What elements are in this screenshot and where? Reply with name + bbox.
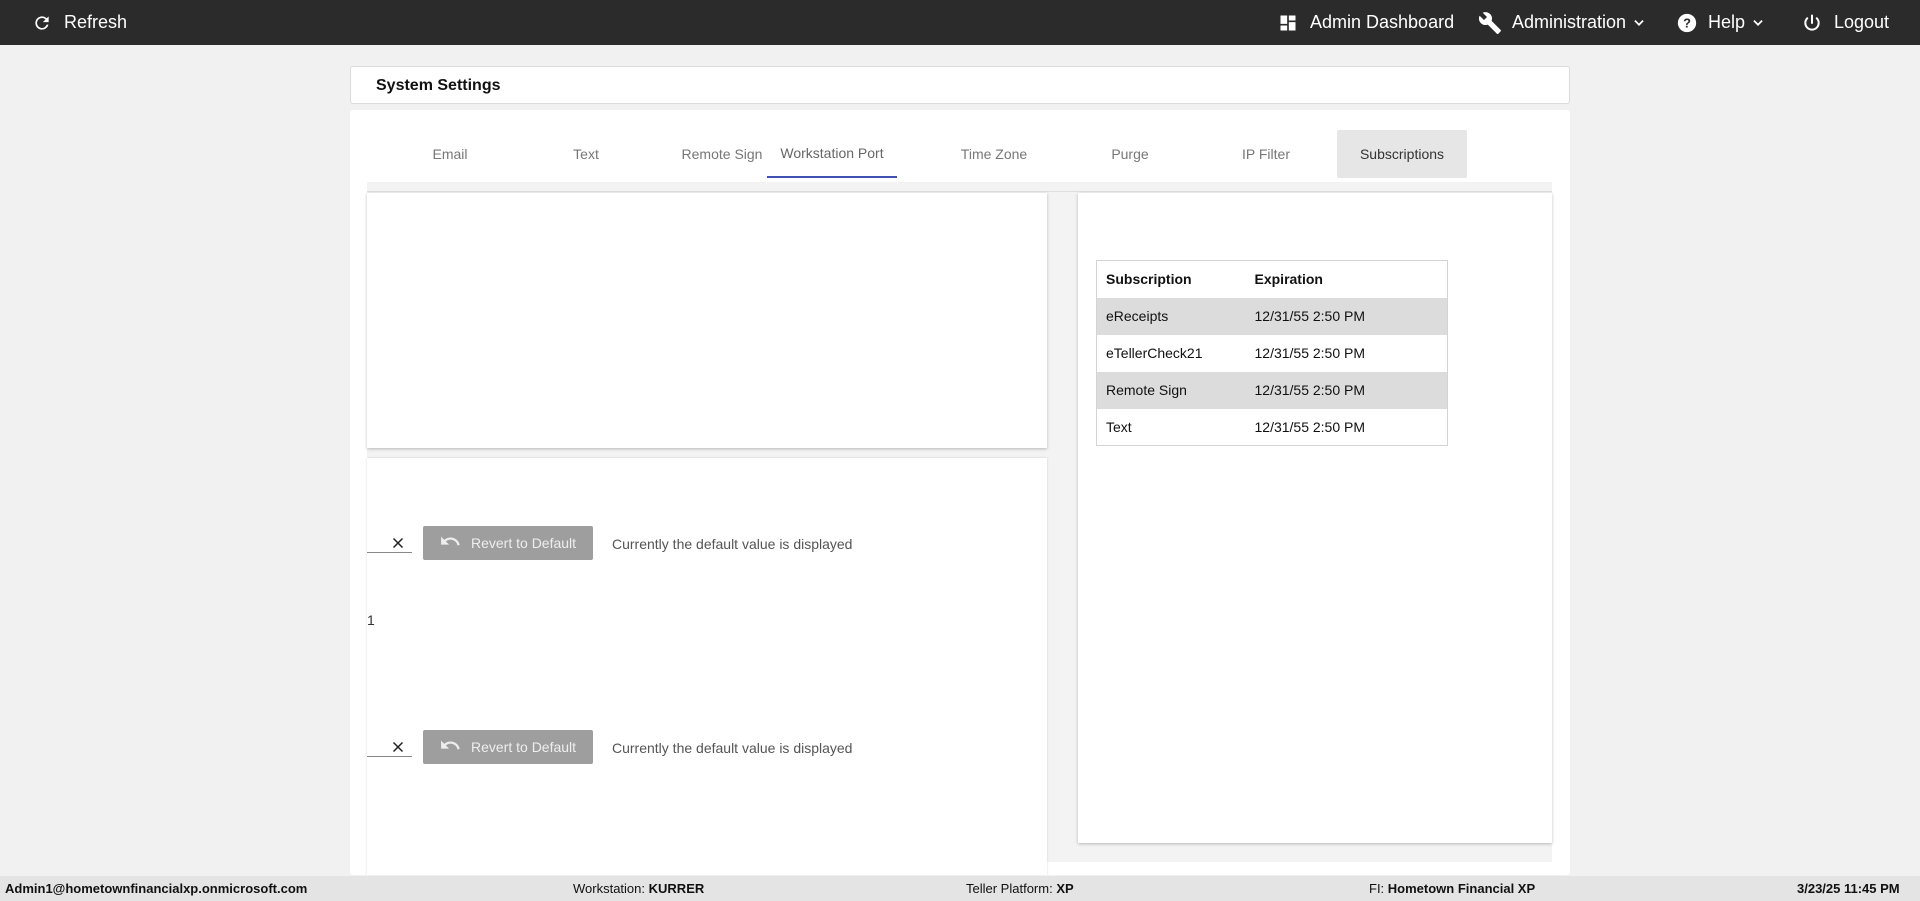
tab-workstation-port[interactable]: Workstation Port	[767, 130, 897, 178]
revert-to-default-button[interactable]: Revert to Default	[423, 730, 593, 764]
help-label: Help	[1708, 12, 1746, 32]
subscription-expiration: 12/31/55 2:50 PM	[1245, 371, 1448, 409]
tab-subscriptions[interactable]: Subscriptions	[1337, 130, 1467, 178]
subscription-expiration: 12/31/55 2:50 PM	[1254, 418, 1366, 435]
help-menu[interactable]: ? Help	[1676, 0, 1765, 45]
subscriptions-panel: Subscription Expiration eReceipts 12/31/…	[1078, 193, 1552, 843]
logout-button[interactable]: Logout	[1802, 0, 1889, 45]
fi-value: Hometown Financial XP	[1387, 881, 1536, 896]
fi-label: FI:	[1369, 881, 1385, 896]
refresh-icon	[32, 13, 52, 33]
field-label-fragment: 1	[367, 612, 375, 628]
revert-label: Revert to Default	[471, 739, 577, 755]
column-header-subscription: Subscription	[1096, 260, 1246, 298]
setting-row: Revert to Default Currently the default …	[367, 730, 1047, 766]
status-datetime: 3/23/25 11:45 PM	[1797, 881, 1900, 896]
workstation-value: KURRER	[648, 881, 705, 896]
power-icon	[1802, 13, 1822, 33]
admin-dashboard-label: Admin Dashboard	[1310, 12, 1455, 32]
subscription-expiration: 12/31/55 2:50 PM	[1245, 297, 1448, 335]
tab-email[interactable]: Email	[385, 130, 515, 178]
value-input[interactable]	[367, 552, 412, 553]
administration-label: Administration	[1512, 12, 1627, 32]
dashboard-icon	[1278, 13, 1298, 33]
tab-time-zone[interactable]: Time Zone	[929, 130, 1059, 178]
help-circle-icon: ?	[1676, 12, 1698, 34]
subscription-name: Remote Sign	[1096, 371, 1246, 409]
status-platform: Teller Platform: XP	[966, 881, 1074, 896]
status-bar: Admin1@hometownfinancialxp.onmicrosoft.c…	[0, 876, 1920, 901]
table-row: eTellerCheck21 12/31/55 2:50 PM	[1097, 335, 1448, 372]
refresh-button[interactable]: Refresh	[32, 0, 127, 45]
table-row: Text 12/31/55 2:50 PM	[1097, 409, 1448, 446]
tab-text[interactable]: Text	[521, 130, 651, 178]
settings-tabs: Email Text Remote Sign Workstation Port …	[367, 130, 1552, 192]
settings-card: Email Text Remote Sign Workstation Port …	[350, 110, 1570, 875]
page-title-card: System Settings	[350, 66, 1570, 104]
platform-label: Teller Platform:	[966, 881, 1053, 896]
tab-purge[interactable]: Purge	[1065, 130, 1195, 178]
subscription-name: eTellerCheck21	[1106, 345, 1203, 361]
chevron-down-icon	[1632, 16, 1646, 30]
refresh-label: Refresh	[64, 12, 128, 32]
subscriptions-table: Subscription Expiration eReceipts 12/31/…	[1096, 260, 1448, 446]
svg-text:?: ?	[1683, 15, 1691, 30]
chevron-down-icon	[1751, 16, 1765, 30]
subscription-expiration: 12/31/55 2:50 PM	[1254, 345, 1366, 361]
default-value-note: Currently the default value is displayed	[612, 536, 853, 552]
status-workstation: Workstation: KURRER	[573, 881, 704, 896]
table-header-row: Subscription Expiration	[1096, 260, 1448, 298]
undo-icon	[439, 534, 461, 553]
page-title: System Settings	[376, 77, 501, 94]
settings-panel-top	[367, 193, 1047, 448]
subscription-name: Text	[1106, 418, 1132, 435]
table-row: eReceipts 12/31/55 2:50 PM	[1096, 297, 1448, 335]
undo-icon	[439, 738, 461, 757]
tab-ip-filter[interactable]: IP Filter	[1201, 130, 1331, 178]
default-value-note: Currently the default value is displayed	[612, 740, 853, 756]
setting-row: Revert to Default Currently the default …	[367, 526, 1047, 562]
top-navigation-bar: Refresh Admin Dashboard Administration ?…	[0, 0, 1920, 45]
admin-dashboard-link[interactable]: Admin Dashboard	[1278, 0, 1454, 45]
column-header-expiration: Expiration	[1245, 260, 1448, 298]
subscription-name: eReceipts	[1096, 297, 1246, 335]
platform-value: XP	[1056, 881, 1074, 896]
status-fi: FI: Hometown Financial XP	[1369, 881, 1535, 896]
table-row: Remote Sign 12/31/55 2:50 PM	[1096, 371, 1448, 409]
settings-panel-bottom: Revert to Default Currently the default …	[367, 458, 1047, 875]
status-user: Admin1@hometownfinancialxp.onmicrosoft.c…	[5, 881, 308, 896]
clear-icon[interactable]	[389, 738, 407, 756]
administration-menu[interactable]: Administration	[1478, 0, 1646, 45]
value-input[interactable]	[367, 756, 412, 757]
clear-icon[interactable]	[389, 534, 407, 552]
workstation-label: Workstation:	[573, 881, 646, 896]
wrench-icon	[1478, 11, 1502, 35]
logout-label: Logout	[1834, 12, 1890, 32]
revert-label: Revert to Default	[471, 535, 577, 551]
revert-to-default-button[interactable]: Revert to Default	[423, 526, 593, 560]
